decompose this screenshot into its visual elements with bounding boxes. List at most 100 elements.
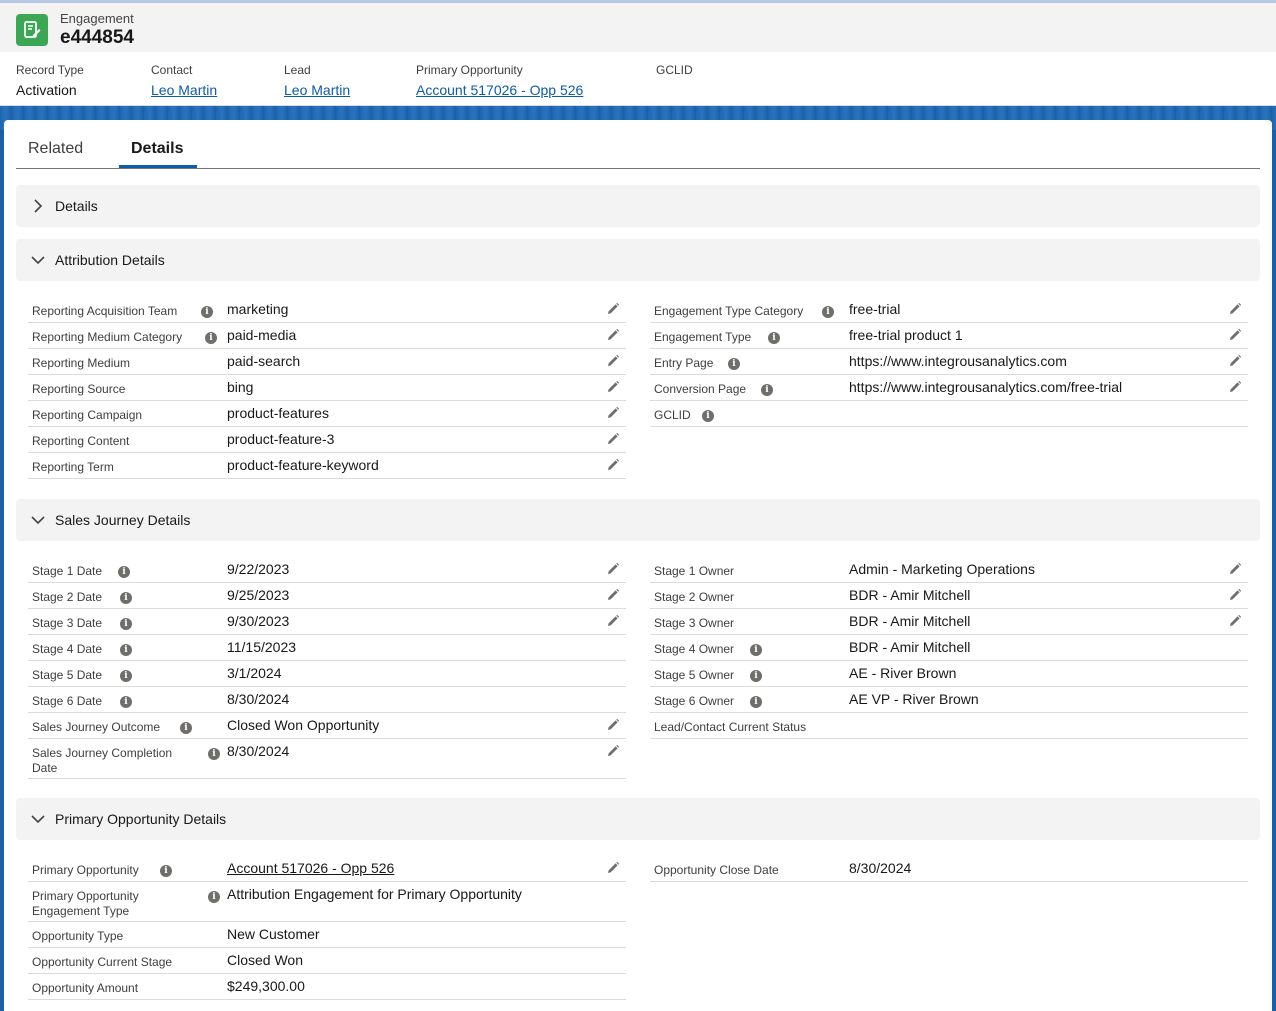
pencil-icon[interactable] [606,588,620,602]
pencil-icon[interactable] [1228,588,1242,602]
field-value: marketing [227,301,289,317]
pencil-icon[interactable] [606,744,620,758]
pencil-icon[interactable] [606,328,620,342]
field-label: Sales Journey Outcome [32,720,161,734]
chevron-down-icon [31,812,45,826]
info-icon[interactable]: i [208,891,220,903]
field-label: Stage 3 Date [32,616,103,630]
field-value: AE VP - River Brown [849,691,979,707]
field-row-stage-4-date: Stage 4 Date i 11/15/2023 [28,635,626,661]
field-label: Sales Journey Completion Date [32,746,173,775]
field-value: 8/30/2024 [227,691,290,707]
pencil-icon[interactable] [606,458,620,472]
field-value: https://www.integrousanalytics.com/free-… [849,379,1123,395]
info-icon[interactable]: i [120,644,132,656]
field-row-stage-3-owner: Stage 3 Owner BDR - Amir Mitchell [650,609,1248,635]
highlights-panel: Record Type Activation Contact Leo Marti… [0,52,1276,106]
field-value: product-feature-3 [227,431,335,447]
info-icon[interactable]: i [120,670,132,682]
section-details-header[interactable]: Details [16,185,1260,227]
engagement-record-icon [16,14,48,46]
primary-opportunity-left-column: Primary Opportunity i Account 517026 - Opp… [28,856,626,1000]
lead-link[interactable]: Leo Martin [284,82,350,98]
field-label: Stage 2 Date [32,590,103,604]
details-card: Related Details Details Attribution Deta… [4,120,1272,1011]
sales-journey-right-column: Stage 1 Owner Admin - Marketing Operation… [650,557,1248,739]
info-icon[interactable]: i [728,358,740,370]
field-row-reporting-medium-category: Reporting Medium Category i paid-media [28,323,626,349]
info-icon[interactable]: i [201,306,213,318]
sales-journey-left-column: Stage 1 Date i 9/22/2023 Stage 2 Date i 9/25/… [28,557,626,779]
field-label: Stage 3 Owner [654,616,735,630]
info-icon[interactable]: i [750,644,762,656]
info-icon[interactable]: i [702,410,714,422]
pencil-icon[interactable] [606,380,620,394]
field-row-reporting-acquisition-team: Reporting Acquisition Team i marketing [28,297,626,323]
field-row-conversion-page: Conversion Page i https://www.integrousana… [650,375,1248,401]
object-type-label: Engagement [60,11,134,26]
field-value-link[interactable]: Account 517026 - Opp 526 [227,860,394,876]
contact-link[interactable]: Leo Martin [151,82,217,98]
field-row-primary-opportunity: Primary Opportunity i Account 517026 - Opp… [28,856,626,882]
pencil-icon[interactable] [606,432,620,446]
pencil-icon[interactable] [606,614,620,628]
field-value: BDR - Amir Mitchell [849,613,971,629]
field-label: Stage 1 Owner [654,564,735,578]
section-primary-opportunity-header[interactable]: Primary Opportunity Details [16,798,1260,840]
field-row-reporting-content: Reporting Content product-feature-3 [28,427,626,453]
info-icon[interactable]: i [750,696,762,708]
info-icon[interactable]: i [120,592,132,604]
chevron-right-icon [31,199,45,213]
field-value: 9/25/2023 [227,587,290,603]
pencil-icon[interactable] [1228,302,1242,316]
pencil-icon[interactable] [606,354,620,368]
primary-opportunity-link[interactable]: Account 517026 - Opp 526 [416,82,583,98]
field-label: Engagement Type [654,330,752,344]
info-icon[interactable]: i [180,722,192,734]
field-row-engagement-type: Engagement Type i free-trial product 1 [650,323,1248,349]
field-label: Opportunity Amount [32,981,139,995]
info-icon[interactable]: i [761,384,773,396]
pencil-icon[interactable] [1228,328,1242,342]
info-icon[interactable]: i [120,696,132,708]
info-icon[interactable]: i [822,306,834,318]
info-icon[interactable]: i [120,618,132,630]
field-value: free-trial [849,301,901,317]
pencil-icon[interactable] [606,718,620,732]
field-row-stage-6-owner: Stage 6 Owner i AE VP - River Brown [650,687,1248,713]
field-label: Reporting Campaign [32,408,143,422]
field-value: https://www.integrousanalytics.com [849,353,1067,369]
pencil-icon[interactable] [606,406,620,420]
pencil-icon[interactable] [606,562,620,576]
info-icon[interactable]: i [118,566,130,578]
pencil-icon[interactable] [1228,562,1242,576]
field-label: Stage 4 Owner [654,642,735,656]
section-title: Details [55,198,98,214]
pencil-icon[interactable] [1228,614,1242,628]
attribution-right-column: Engagement Type Category i free-trial Engag… [650,297,1248,427]
field-value: 9/30/2023 [227,613,290,629]
field-label: Stage 1 Date [32,564,103,578]
field-row-primary-opportunity-engagement-type: Primary Opportunity Engagement Type i Attr… [28,882,626,922]
field-label: Engagement Type Category [654,304,804,318]
pencil-icon[interactable] [606,302,620,316]
pencil-icon[interactable] [1228,354,1242,368]
field-value: Attribution Engagement for Primary Oppor… [227,886,522,902]
info-icon[interactable]: i [160,865,172,877]
info-icon[interactable]: i [750,670,762,682]
info-icon[interactable]: i [768,332,780,344]
pencil-icon[interactable] [606,861,620,875]
pencil-icon[interactable] [1228,380,1242,394]
tab-details[interactable]: Details [131,140,183,168]
highlight-record-type: Record Type Activation [16,63,84,98]
section-attribution-header[interactable]: Attribution Details [16,239,1260,281]
tab-related[interactable]: Related [28,140,83,168]
field-row-engagement-type-category: Engagement Type Category i free-trial [650,297,1248,323]
info-icon[interactable]: i [205,332,217,344]
field-label: Reporting Source [32,382,126,396]
field-value: paid-media [227,327,297,343]
field-label: Reporting Acquisition Team [32,304,178,318]
info-icon[interactable]: i [208,748,220,760]
section-sales-journey-header[interactable]: Sales Journey Details [16,499,1260,541]
field-value: New Customer [227,926,320,942]
